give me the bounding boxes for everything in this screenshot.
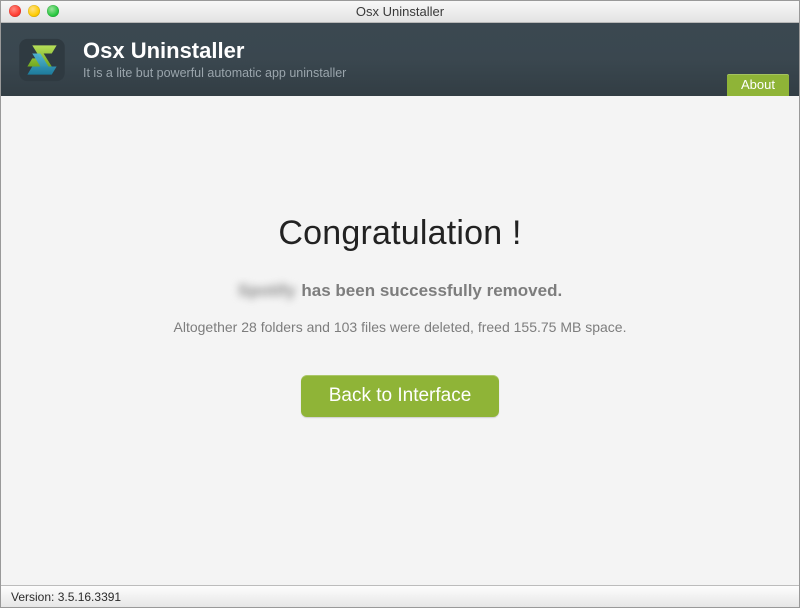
deletion-detail: Altogether 28 folders and 103 files were…: [174, 319, 627, 335]
app-subtitle: It is a lite but powerful automatic app …: [83, 66, 346, 80]
congratulation-heading: Congratulation !: [278, 214, 521, 253]
app-title: Osx Uninstaller: [83, 39, 346, 63]
window-title: Osx Uninstaller: [356, 4, 444, 19]
app-logo-icon: [15, 34, 69, 86]
removed-message-suffix: has been successfully removed.: [301, 281, 562, 301]
traffic-lights: [9, 5, 59, 17]
header-text-block: Osx Uninstaller It is a lite but powerfu…: [83, 39, 346, 79]
removed-message: Spotify has been successfully removed.: [238, 281, 562, 301]
app-window: Osx Uninstaller Osx Uninstaller It: [0, 0, 800, 608]
status-bar: Version: 3.5.16.3391: [1, 585, 799, 607]
close-window-button[interactable]: [9, 5, 21, 17]
about-button[interactable]: About: [727, 74, 789, 96]
titlebar: Osx Uninstaller: [1, 1, 799, 23]
zoom-window-button[interactable]: [47, 5, 59, 17]
main-content: Congratulation ! Spotify has been succes…: [1, 96, 799, 585]
app-header: Osx Uninstaller It is a lite but powerfu…: [1, 23, 799, 96]
version-label: Version: 3.5.16.3391: [11, 590, 121, 604]
back-to-interface-button[interactable]: Back to Interface: [301, 375, 500, 417]
removed-app-name: Spotify: [238, 281, 296, 301]
minimize-window-button[interactable]: [28, 5, 40, 17]
